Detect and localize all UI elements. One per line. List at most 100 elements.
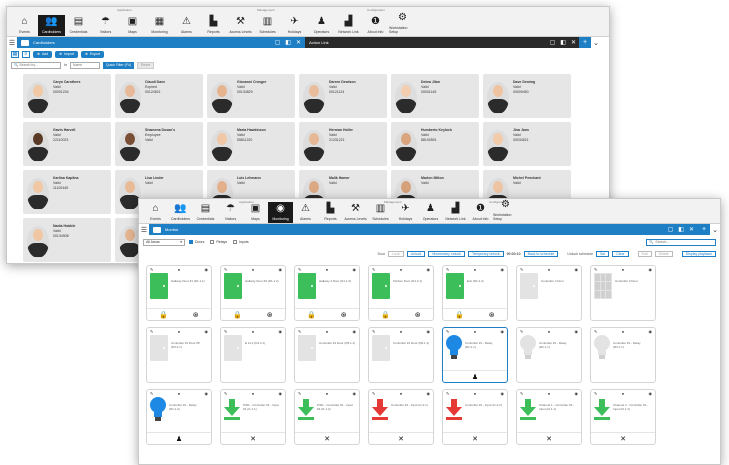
cardholder-card[interactable]: Dave Deming Valid 00009450 xyxy=(483,74,571,118)
toolbar-item-visitors[interactable]: ☂ Visitors xyxy=(218,202,243,223)
lock-icon[interactable]: 🔒 xyxy=(159,311,168,319)
eye-icon[interactable]: ◉ xyxy=(205,329,209,334)
toolbar-item-visitors[interactable]: ☂ Visitors xyxy=(92,15,119,36)
monitor-tile[interactable]: ✎ ● ◉ Channel 1 - Controller #1 - Input (I2… xyxy=(516,389,582,445)
in-select[interactable]: Name xyxy=(69,61,100,69)
add-panel-icon[interactable]: + xyxy=(698,224,710,235)
lock-button[interactable]: Lock xyxy=(388,251,404,257)
info-icon[interactable]: ● xyxy=(178,391,180,396)
info-icon[interactable]: ● xyxy=(252,329,254,334)
toolbar-item-alarm[interactable]: ⚠ Alarms xyxy=(173,15,200,36)
monitor-tile[interactable]: ✎ ● ◉ Controller #1 - Input (I1.2.1) ✕ xyxy=(368,389,434,445)
info-icon[interactable]: ● xyxy=(474,391,476,396)
monitor-tile[interactable]: ✎ ● ◉ Kitchen Door (D1.2.1) 🔒 ⊛ xyxy=(368,265,434,321)
back-to-schedule-button[interactable]: Back to schedule xyxy=(523,251,559,257)
monitor-tile[interactable]: ✎ ● ◉ PIR1 - Controller #1 - Input #2 (I1.1… xyxy=(294,389,360,445)
eye-icon[interactable]: ◉ xyxy=(427,391,431,396)
info-icon[interactable]: ● xyxy=(326,267,328,272)
pin-icon[interactable]: ✎ xyxy=(446,391,449,396)
cardholder-card[interactable]: Shamena Dosan's Employee Valid xyxy=(115,122,203,166)
monitor-tile[interactable]: ✎ ● ◉ Controller #1 - Relay (R1.1.2) ♟ xyxy=(146,389,212,445)
pin-icon[interactable]: ✎ xyxy=(372,391,375,396)
info-icon[interactable]: ● xyxy=(400,267,402,272)
add-button[interactable]: ⊕ Add xyxy=(33,50,53,58)
close-icon[interactable]: ✕ xyxy=(296,39,301,46)
search-input[interactable]: 🔍 Search by... xyxy=(11,61,61,69)
eye-icon[interactable]: ◉ xyxy=(427,267,431,272)
cardholder-card[interactable]: Caryn Carothers Valid 00001234 xyxy=(23,74,111,118)
eye-icon[interactable]: ◉ xyxy=(649,391,653,396)
checkbox-inputs[interactable]: Inputs xyxy=(233,240,249,244)
toolbar-item-cardholders[interactable]: 👥 Cardholders xyxy=(38,15,65,36)
pin-icon[interactable]: ✎ xyxy=(150,267,153,272)
pin-icon[interactable]: ✎ xyxy=(224,267,227,272)
split-icon[interactable]: ◧ xyxy=(285,39,291,46)
info-icon[interactable]: ● xyxy=(622,391,624,396)
eye-icon[interactable]: ◉ xyxy=(353,267,357,272)
pin-icon[interactable]: ✎ xyxy=(224,391,227,396)
unlock-button[interactable]: Unlock xyxy=(406,251,426,257)
grid-view-icon[interactable]: ▦ xyxy=(11,50,19,58)
temporary-unlock-button[interactable]: Temporary unlock xyxy=(467,251,504,257)
eye-icon[interactable]: ◉ xyxy=(501,329,505,334)
lock-icon[interactable]: 🔒 xyxy=(381,311,390,319)
set-button[interactable]: Set xyxy=(595,251,610,257)
cardholder-card[interactable]: Nadia Hobble Valid 00134908 xyxy=(23,218,111,262)
rss-icon[interactable]: ⊛ xyxy=(267,311,273,319)
monitor-tile[interactable]: ✎ ● ◉ Hallway Door #2 (D1.1.2) 🔒 ⊛ xyxy=(220,265,286,321)
close-icon[interactable]: ✕ xyxy=(571,39,576,46)
rss-icon[interactable]: ⊛ xyxy=(341,311,347,319)
area-select[interactable]: All Areas ▾ xyxy=(143,238,185,246)
pin-icon[interactable]: ✎ xyxy=(224,329,227,334)
monitor-tile[interactable]: ✎ ● ◉ Controller 2 Door xyxy=(516,265,582,321)
chevron-down-icon[interactable]: ⌄ xyxy=(710,224,720,235)
info-icon[interactable]: ● xyxy=(622,329,624,334)
search-input[interactable]: 🔍 Search... xyxy=(646,238,716,246)
rss-icon[interactable]: ⊛ xyxy=(489,311,495,319)
monitor-tile[interactable]: ✎ ● ◉ Controller 3 Door xyxy=(590,265,656,321)
pin-icon[interactable]: ✎ xyxy=(372,267,375,272)
cardholder-card[interactable]: Jina Jans Valid 00034521 xyxy=(483,122,571,166)
pin-icon[interactable]: ✎ xyxy=(594,267,597,272)
maximize-icon[interactable]: ▢ xyxy=(550,39,556,46)
pin-icon[interactable]: ✎ xyxy=(150,391,153,396)
rss-icon[interactable]: ⊛ xyxy=(193,311,199,319)
toolbar-item-monitoring[interactable]: ◉ Monitoring xyxy=(268,202,293,223)
eye-icon[interactable]: ◉ xyxy=(427,329,431,334)
toolbar-item-access-levels[interactable]: ⚒ Access Levels xyxy=(227,15,254,36)
pin-icon[interactable]: ✎ xyxy=(594,391,597,396)
lock-icon[interactable]: 🔒 xyxy=(455,311,464,319)
toolbar-item-alarm[interactable]: ⚠ Alarms xyxy=(293,202,318,223)
info-icon[interactable]: ● xyxy=(474,329,476,334)
info-icon[interactable]: ● xyxy=(548,391,550,396)
split-icon[interactable]: ◧ xyxy=(678,226,684,233)
info-icon[interactable]: ● xyxy=(622,267,624,272)
close-icon[interactable]: ✕ xyxy=(546,435,552,443)
pin-icon[interactable]: ✎ xyxy=(298,329,301,334)
lock-icon[interactable]: 🔒 xyxy=(233,311,242,319)
pin-icon[interactable]: ✎ xyxy=(594,329,597,334)
eye-icon[interactable]: ◉ xyxy=(279,391,283,396)
toolbar-item-operators[interactable]: ♟ Operators xyxy=(418,202,443,223)
tab-cardholders[interactable]: Cardholders ▢ ◧ ✕ xyxy=(17,37,305,48)
maximize-icon[interactable]: ▢ xyxy=(275,39,281,46)
cardholder-card[interactable]: Gavin Harvell Valid 22110023 xyxy=(23,122,111,166)
tab-action-link[interactable]: Action Link ▢ ◧ ✕ xyxy=(305,37,579,48)
cardholder-card[interactable]: Giovanni Crosger Valid 00134829 xyxy=(207,74,295,118)
checkbox-doors[interactable]: Doors xyxy=(189,240,204,244)
monitor-tile[interactable]: ✎ ● ◉ Controller #1 Door (D6.1.1) xyxy=(368,327,434,383)
eye-icon[interactable]: ◉ xyxy=(279,267,283,272)
eye-icon[interactable]: ◉ xyxy=(501,391,505,396)
pin-icon[interactable]: ✎ xyxy=(298,267,301,272)
pin-icon[interactable]: ✎ xyxy=(520,391,523,396)
monitor-tile[interactable]: ✎ ● ◉ Hallway 4 Door (D1.1.3) 🔒 ⊛ xyxy=(294,265,360,321)
cardholder-card[interactable]: Herman Holler Valid 21331221 xyxy=(299,122,387,166)
lock-icon[interactable]: 🔒 xyxy=(307,311,316,319)
toolbar-item-maps[interactable]: ▣ Maps xyxy=(119,15,146,36)
monitor-tile[interactable]: ✎ ● ◉ Channel 2 - Controller #1 - Input (I2… xyxy=(590,389,656,445)
cardholder-card[interactable]: Debra Jilan Valid 00001145 xyxy=(391,74,479,118)
toolbar-item-reports[interactable]: ▙ Reports xyxy=(318,202,343,223)
toolbar-item-monitoring[interactable]: ▦ Monitoring xyxy=(146,15,173,36)
toolbar-item-holidays[interactable]: ✈ Holidays xyxy=(393,202,418,223)
pin-icon[interactable]: ✎ xyxy=(520,329,523,334)
